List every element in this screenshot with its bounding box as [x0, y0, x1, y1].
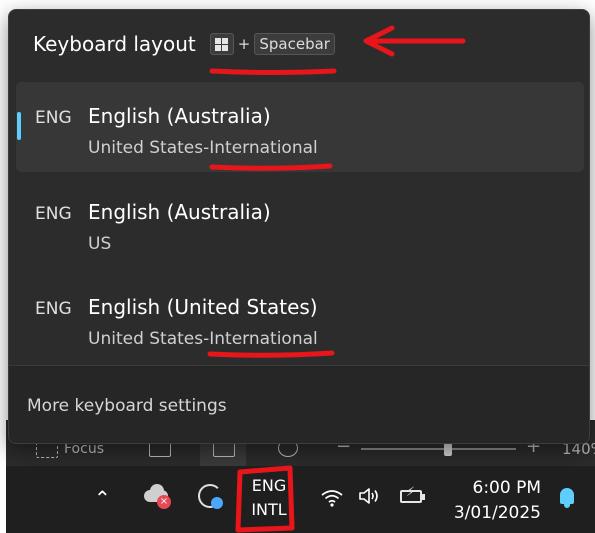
taskbar: ⌃ × ENG INTL ⚡ 6:00 PM 3/01/2025	[6, 466, 595, 533]
flyout-title: Keyboard layout	[33, 32, 196, 56]
spacebar-key-badge: Spacebar	[254, 33, 335, 55]
windows-logo-icon	[215, 37, 229, 51]
notification-bell-icon[interactable]	[557, 488, 577, 510]
layout-item[interactable]: ENG English (Australia) US	[16, 178, 584, 268]
lang-indicator-line2: INTL	[251, 500, 287, 519]
layout-language: English (United States)	[88, 295, 318, 319]
battery-charging-icon[interactable]: ⚡	[398, 485, 428, 506]
layout-item[interactable]: ENG English (United States) United State…	[16, 273, 584, 363]
layout-code: ENG	[35, 108, 72, 128]
onedrive-error-icon[interactable]: ×	[144, 484, 174, 510]
layout-language: English (Australia)	[88, 200, 271, 224]
keyboard-layout-flyout: Keyboard layout + Spacebar ENG English (…	[8, 9, 590, 444]
clock-date: 3/01/2025	[453, 503, 541, 523]
layout-keyboard: US	[88, 234, 112, 254]
volume-icon[interactable]	[358, 486, 382, 511]
layout-keyboard: United States-International	[88, 329, 318, 349]
show-hidden-icons-chevron-icon[interactable]: ⌃	[94, 486, 111, 510]
clock-time: 6:00 PM	[472, 478, 542, 498]
more-keyboard-settings-link[interactable]: More keyboard settings	[27, 396, 227, 416]
lang-indicator-line1: ENG	[251, 476, 287, 495]
sync-icon[interactable]	[198, 484, 226, 512]
clock[interactable]: 6:00 PM 3/01/2025	[454, 476, 541, 526]
layout-item[interactable]: ENG English (Australia) United States-In…	[16, 82, 584, 172]
input-language-indicator[interactable]: ENG INTL	[244, 474, 294, 526]
zoom-slider[interactable]	[361, 448, 516, 450]
layout-language: English (Australia)	[88, 104, 271, 128]
flyout-header: Keyboard layout + Spacebar	[33, 32, 335, 56]
shortcut-plus: +	[237, 35, 251, 53]
selected-indicator	[17, 112, 21, 140]
flyout-footer: More keyboard settings	[9, 365, 589, 443]
layout-keyboard: United States-International	[88, 138, 318, 158]
windows-key-badge	[209, 33, 234, 55]
wifi-icon[interactable]	[321, 488, 343, 512]
layout-code: ENG	[35, 204, 72, 224]
layout-code: ENG	[35, 299, 72, 319]
